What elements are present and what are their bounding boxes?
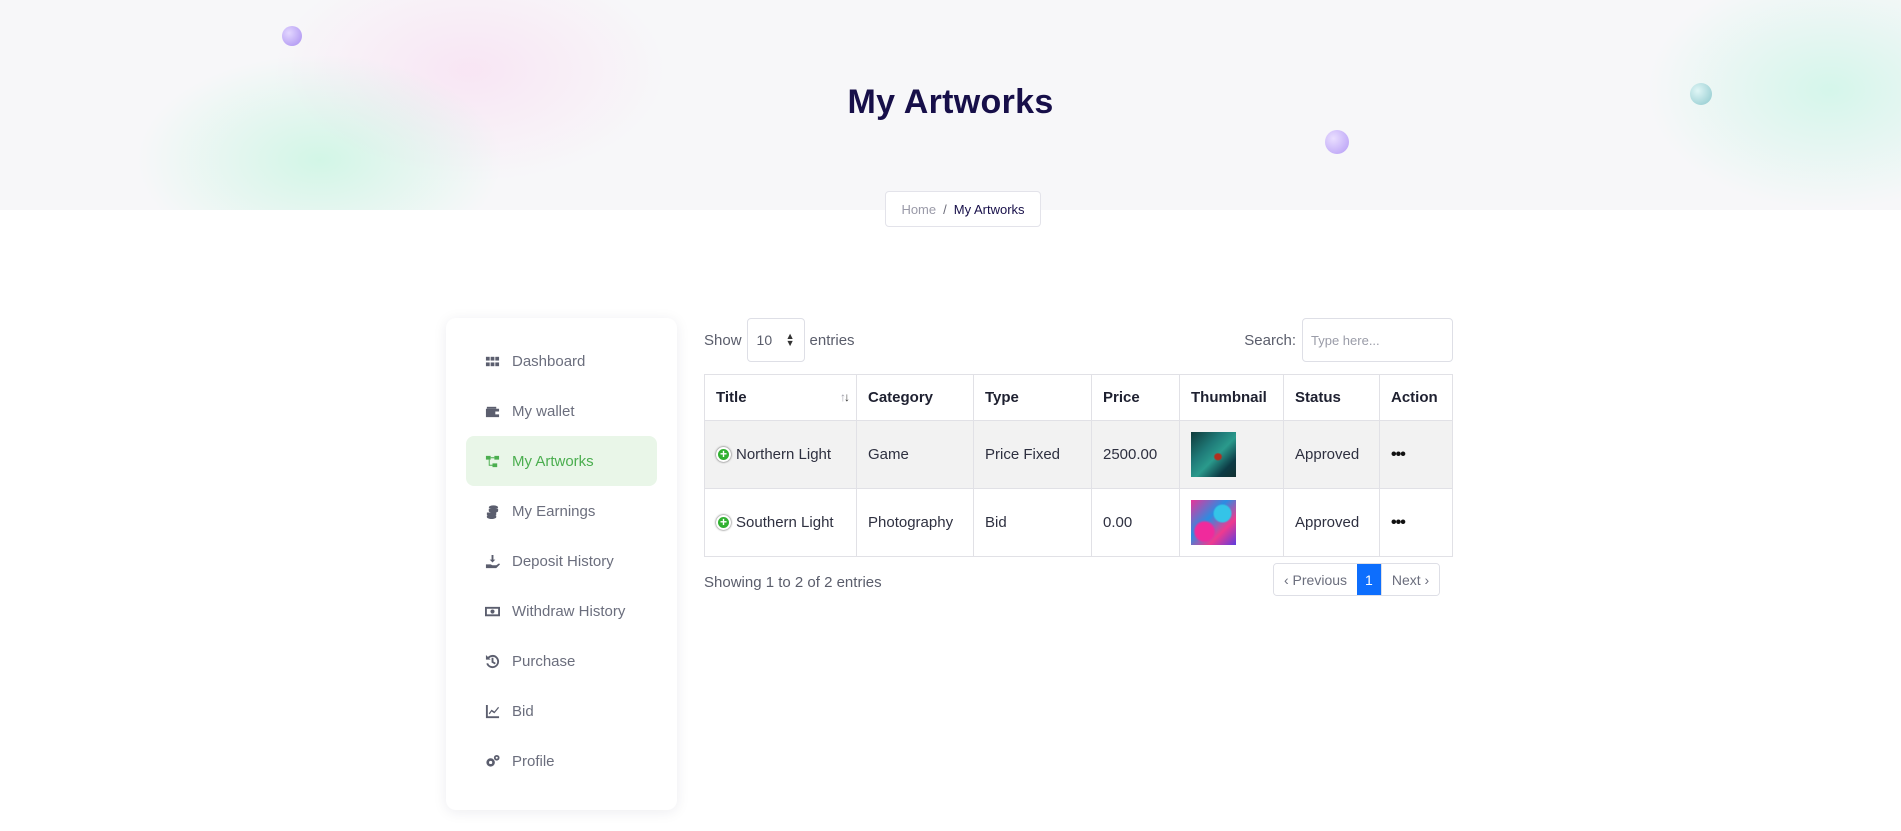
sidebar-item-label: Bid <box>512 702 534 720</box>
cell-thumbnail <box>1179 488 1284 557</box>
column-header-status[interactable]: Status <box>1283 374 1380 421</box>
sidebar-item-label: Dashboard <box>512 352 586 370</box>
page-banner: My Artworks <box>0 0 1901 210</box>
page-length-control: Show 10 ▲ ▼ entries <box>704 318 855 362</box>
more-actions-icon[interactable]: ••• <box>1391 446 1406 463</box>
breadcrumb: Home / My Artworks <box>885 191 1041 227</box>
deposit-icon <box>484 553 500 569</box>
breadcrumb-current: My Artworks <box>953 201 1025 217</box>
table-info: Showing 1 to 2 of 2 entries <box>704 574 882 591</box>
sidebar-item-label: My wallet <box>512 402 575 420</box>
page-1-button[interactable]: 1 <box>1357 564 1381 595</box>
sidebar-item-withdraw-history[interactable]: Withdraw History <box>466 586 657 636</box>
search-input[interactable] <box>1302 318 1453 362</box>
column-status-label: Status <box>1295 389 1341 406</box>
column-thumbnail-label: Thumbnail <box>1191 389 1267 406</box>
column-title-label: Title <box>716 389 747 406</box>
column-header-type[interactable]: Type <box>973 374 1092 421</box>
artwork-title: Southern Light <box>736 514 834 531</box>
sidebar-item-label: My Earnings <box>512 502 596 520</box>
grid-icon <box>484 353 500 369</box>
sidebar-item-deposit-history[interactable]: Deposit History <box>466 536 657 586</box>
sidebar-item-bid[interactable]: Bid <box>466 686 657 736</box>
wallet-icon <box>484 403 500 419</box>
cell-type: Price Fixed <box>973 420 1092 489</box>
entries-label: entries <box>809 331 855 349</box>
cell-type: Bid <box>973 488 1092 557</box>
decor-bubble <box>282 26 302 46</box>
sidebar-item-profile[interactable]: Profile <box>466 736 657 786</box>
more-actions-icon[interactable]: ••• <box>1391 514 1406 531</box>
cell-price: 2500.00 <box>1091 420 1180 489</box>
cell-title: + Southern Light <box>704 488 857 557</box>
column-header-title[interactable]: Title ↑↓ <box>704 374 857 421</box>
sidebar-item-my-artworks[interactable]: My Artworks <box>466 436 657 486</box>
artwork-thumbnail[interactable] <box>1191 432 1236 477</box>
sidebar-item-label: Withdraw History <box>512 602 626 620</box>
column-header-action[interactable]: Action <box>1379 374 1453 421</box>
entries-select[interactable]: 10 ▲ ▼ <box>746 318 805 362</box>
decor-bubble <box>1325 130 1349 154</box>
sidebar-item-my-earnings[interactable]: My Earnings <box>466 486 657 536</box>
column-header-category[interactable]: Category <box>856 374 974 421</box>
next-page-button[interactable]: Next › <box>1380 564 1440 595</box>
search-label: Search: <box>1244 331 1296 349</box>
chart-line-icon <box>484 703 500 719</box>
expand-row-icon[interactable]: + <box>716 515 731 530</box>
sidebar-item-label: Profile <box>512 752 555 770</box>
column-header-price[interactable]: Price <box>1091 374 1180 421</box>
artwork-title: Northern Light <box>736 446 832 463</box>
cell-category: Game <box>856 420 974 489</box>
table-row: + Southern Light Photography Bid 0.00 App… <box>704 488 1453 557</box>
sidebar-item-label: Deposit History <box>512 552 614 570</box>
table-controls: Show 10 ▲ ▼ entries Search: <box>704 318 1453 362</box>
cell-category: Photography <box>856 488 974 557</box>
show-label: Show <box>704 331 742 349</box>
sidebar-item-purchase[interactable]: Purchase <box>466 636 657 686</box>
sidebar-item-label: My Artworks <box>512 452 594 470</box>
dashboard-sidebar: Dashboard My wallet My Artworks My Earni… <box>446 318 677 810</box>
previous-page-button[interactable]: ‹ Previous <box>1274 564 1358 595</box>
sidebar-item-label: Purchase <box>512 652 576 670</box>
table-search: Search: <box>1244 318 1453 362</box>
artworks-icon <box>484 453 500 469</box>
table-row: + Northern Light Game Price Fixed 2500.00… <box>704 420 1453 489</box>
sidebar-item-dashboard[interactable]: Dashboard <box>466 336 657 386</box>
cell-title: + Northern Light <box>704 420 857 489</box>
select-arrows-icon: ▲ ▼ <box>785 331 795 348</box>
gears-icon <box>484 753 500 769</box>
history-icon <box>484 653 500 669</box>
cell-thumbnail <box>1179 420 1284 489</box>
artwork-thumbnail[interactable] <box>1191 500 1236 545</box>
cell-action: ••• <box>1379 488 1453 557</box>
cell-status: Approved <box>1283 488 1380 557</box>
pagination: ‹ Previous 1 Next › <box>1273 563 1441 596</box>
breadcrumb-separator: / <box>943 201 947 217</box>
cell-action: ••• <box>1379 420 1453 489</box>
column-price-label: Price <box>1103 389 1140 406</box>
expand-row-icon[interactable]: + <box>716 447 731 462</box>
entries-value: 10 <box>756 332 773 348</box>
column-type-label: Type <box>985 389 1019 406</box>
sidebar-item-wallet[interactable]: My wallet <box>466 386 657 436</box>
cell-price: 0.00 <box>1091 488 1180 557</box>
column-category-label: Category <box>868 389 934 406</box>
cell-status: Approved <box>1283 420 1380 489</box>
table-header-row: Title ↑↓ Category Type Price Thumbnail St… <box>704 374 1453 421</box>
breadcrumb-home-link[interactable]: Home <box>901 202 936 217</box>
column-action-label: Action <box>1391 389 1438 406</box>
column-header-thumbnail[interactable]: Thumbnail <box>1179 374 1284 421</box>
coins-icon <box>484 503 500 519</box>
sort-icon: ↑↓ <box>840 390 850 404</box>
page-title: My Artworks <box>847 83 1054 121</box>
artworks-table: Title ↑↓ Category Type Price Thumbnail St… <box>704 374 1453 557</box>
money-icon <box>484 603 500 619</box>
